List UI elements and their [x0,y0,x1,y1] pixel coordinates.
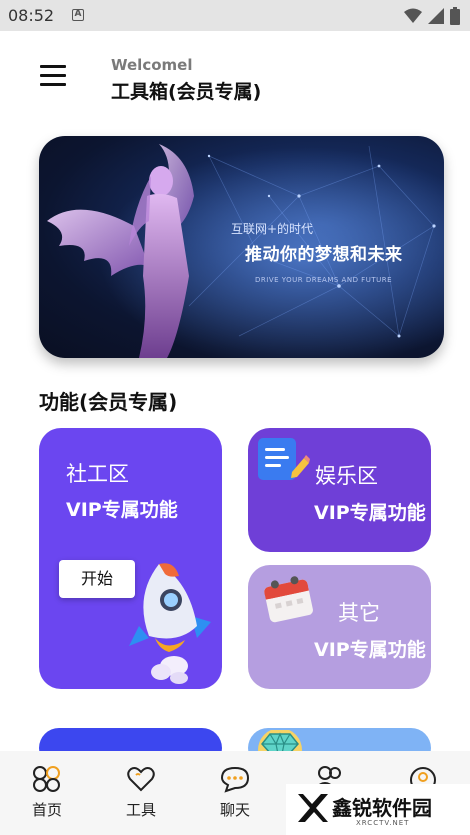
tab-tools-label: 工具 [125,801,156,819]
rocket-icon [129,563,211,684]
status-bar: 08:52 A [0,0,470,31]
banner-line1: 互联网+的时代 [231,222,314,236]
signal-icon [428,8,444,24]
home-grid-icon [33,766,60,792]
watermark-url: XRCCTV.NET [356,819,410,827]
tab-tools[interactable]: 工具 [111,765,171,820]
notes-pencil-icon [258,438,310,480]
card-social-name: 社工区 [66,462,129,486]
status-time: 08:52 [8,6,55,25]
notification-a-icon: A [72,9,84,21]
watermark-text: 鑫锐软件园 [332,796,432,820]
card-social-zone[interactable]: 社工区 VIP专属功能 开始 [39,428,222,689]
watermark: 鑫锐软件园 XRCCTV.NET [286,784,470,835]
card-entertainment-sub: VIP专属功能 [314,502,426,524]
watermark-logo-icon [298,794,328,822]
menu-icon[interactable] [40,65,68,87]
card-other-sub: VIP专属功能 [314,639,426,661]
app-header: Welcomel 工具箱(会员专属) [0,31,470,121]
tab-chat[interactable]: 聊天 [205,765,265,820]
card-entertainment-zone[interactable]: 娱乐区 VIP专属功能 [248,428,431,552]
chat-bubble-icon [220,766,250,793]
card-entertainment-name: 娱乐区 [315,464,378,488]
wifi-icon [404,8,422,23]
banner-line2: 推动你的梦想和未来 [245,245,403,265]
card-other-name: 其它 [338,601,380,625]
heart-icon [127,767,155,792]
section-title: 功能(会员专属) [39,390,178,414]
page-title: 工具箱(会员专属) [111,81,262,103]
welcome-text: Welcomel [111,56,193,74]
banner-line3: DRIVE YOUR DREAMS AND FUTURE [255,276,393,284]
tab-home[interactable]: 首页 [17,765,77,820]
calendar-icon [264,576,313,623]
card-social-sub: VIP专属功能 [66,499,178,521]
battery-icon [450,7,460,25]
tab-chat-label: 聊天 [219,801,250,819]
tab-home-label: 首页 [31,801,62,819]
card-other-zone[interactable]: 其它 VIP专属功能 [248,565,431,689]
promo-banner[interactable]: 互联网+的时代 推动你的梦想和未来 DRIVE YOUR DREAMS AND … [39,136,444,358]
system-icons [404,7,460,25]
